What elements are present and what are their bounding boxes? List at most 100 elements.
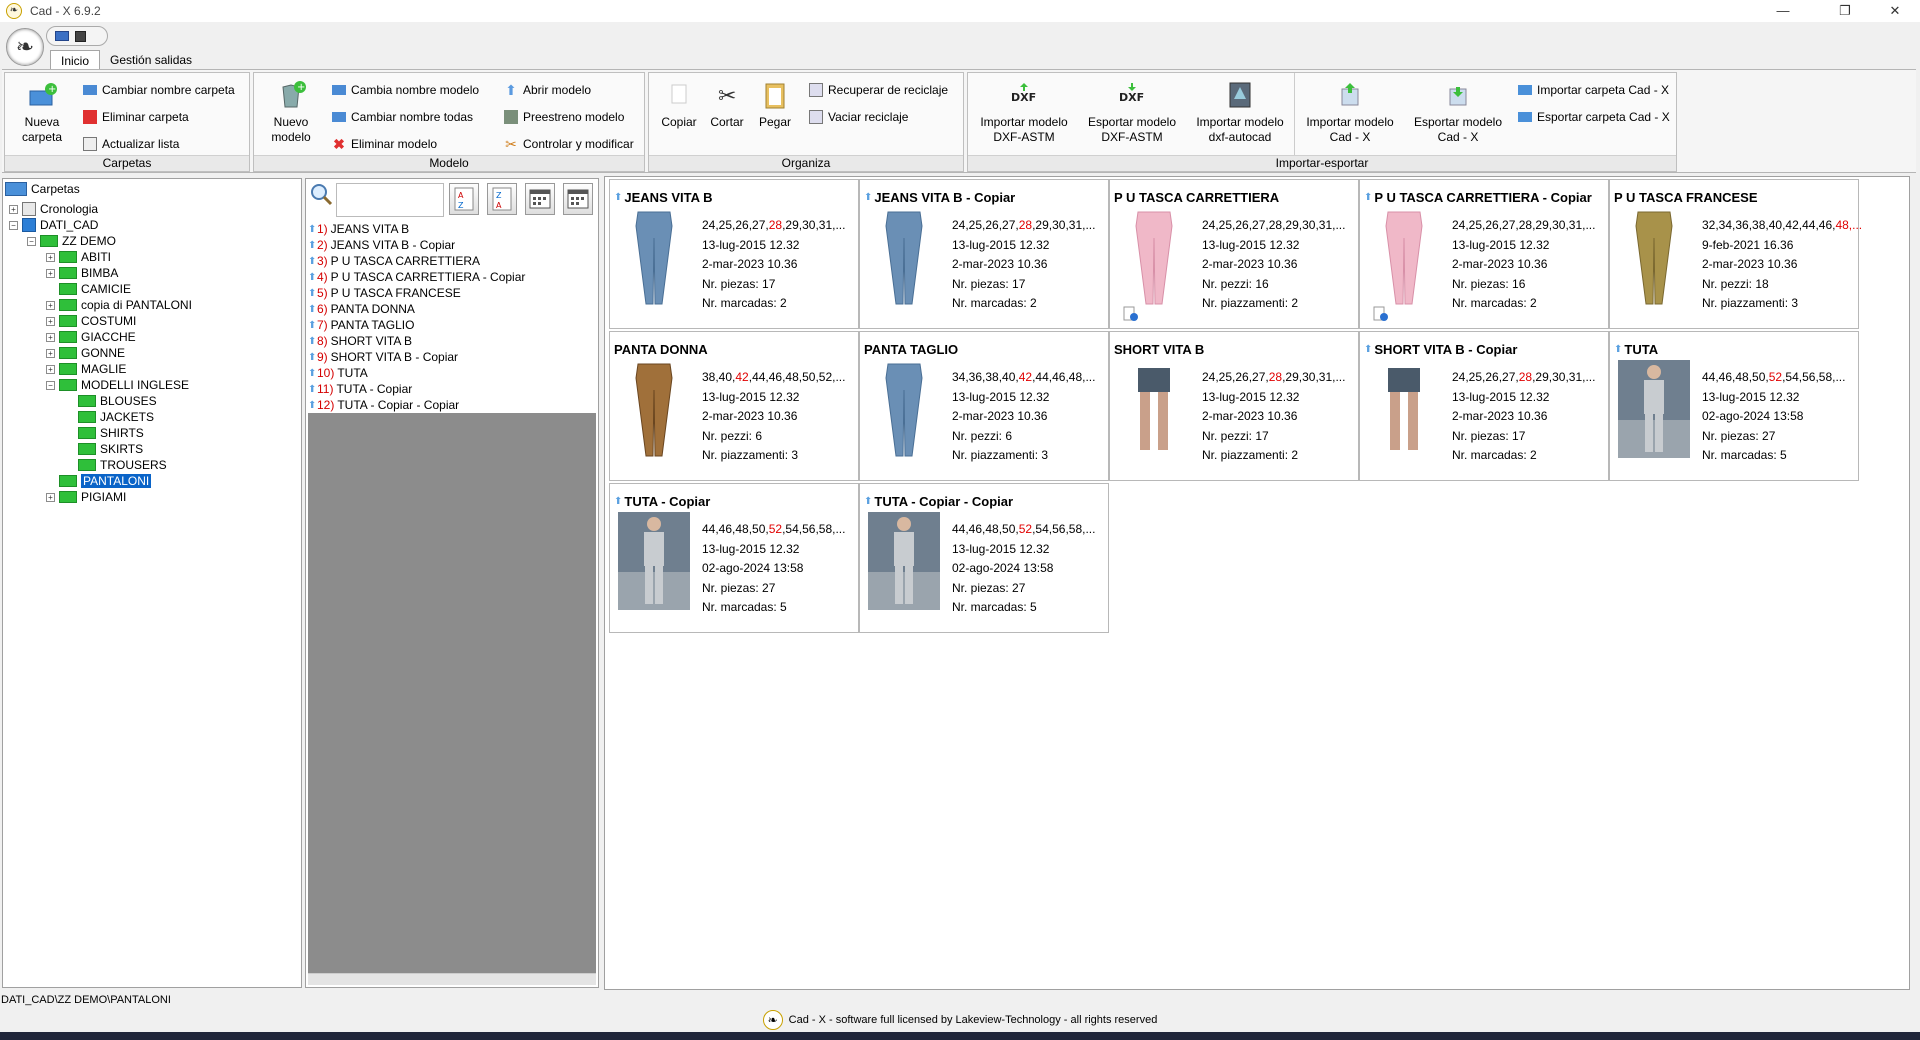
list-item-number: 10)	[317, 366, 335, 380]
list-item[interactable]: ⬆ 1) JEANS VITA B	[308, 221, 596, 237]
tree-item[interactable]: + ABITI	[46, 249, 111, 265]
model-card[interactable]: PANTA DONNA 38,40,42,44,46,48,50,52,... 13…	[609, 331, 859, 481]
import-autocad-button[interactable]: Importar modelo dxf-autocad	[1188, 79, 1292, 145]
copy-button[interactable]: Copiar	[657, 79, 701, 130]
list-item[interactable]: ⬆ 10) TUTA	[308, 365, 596, 381]
tree-item[interactable]: BLOUSES	[65, 393, 157, 409]
model-card[interactable]: ⬆ TUTA - Copiar 44,46,48,50,52,54,56,58,..…	[609, 483, 859, 633]
tree-item-cronologia[interactable]: + Cronologia	[9, 201, 98, 217]
tree-item[interactable]: + COSTUMI	[46, 313, 136, 329]
refresh-list-button[interactable]: Actualizar lista	[83, 135, 179, 153]
model-card[interactable]: SHORT VITA B 24,25,26,27,28,29,30,31,... 1…	[1109, 331, 1359, 481]
tree-item-zz-demo[interactable]: − ZZ DEMO	[27, 233, 116, 249]
tree-item[interactable]: + BIMBA	[46, 265, 118, 281]
vertical-scrollbar[interactable]	[1910, 178, 1918, 988]
tree-item-pigiami[interactable]: + PIGIAMI	[46, 489, 126, 505]
tree-item[interactable]: + GONNE	[46, 345, 125, 361]
tree-item-pantaloni[interactable]: PANTALONI	[46, 473, 152, 489]
list-item[interactable]: ⬆ 9) SHORT VITA B - Copiar	[308, 349, 596, 365]
tab-inicio[interactable]: Inicio	[50, 50, 101, 70]
collapse-icon[interactable]: −	[27, 236, 36, 246]
tree-item[interactable]: JACKETS	[65, 409, 154, 425]
list-item[interactable]: ⬆ 5) P U TASCA FRANCESE	[308, 285, 596, 301]
minimize-button[interactable]: —	[1760, 0, 1806, 22]
check-modify-button[interactable]: ✂ Controlar y modificar	[504, 135, 634, 153]
model-card[interactable]: ⬆ JEANS VITA B 24,25,26,27,28,29,30,31,...…	[609, 179, 859, 329]
tree-item[interactable]: SKIRTS	[65, 441, 143, 457]
empty-recycle-button[interactable]: Vaciar reciclaje	[809, 108, 908, 126]
export-dxf-astm-button[interactable]: DXF Esportar modelo DXF-ASTM	[1080, 79, 1184, 145]
expand-icon[interactable]: +	[46, 268, 55, 278]
model-list[interactable]: ⬆ 1) JEANS VITA B ⬆ 2) JEANS VITA B - Copiar ⬆…	[308, 221, 596, 413]
collapse-icon[interactable]: −	[46, 380, 55, 390]
collapse-icon[interactable]: −	[9, 220, 18, 230]
sort-date-asc-button[interactable]	[525, 183, 555, 215]
folder-tree[interactable]: Carpetas + Cronologia − DATI_CAD − ZZ DE…	[2, 178, 302, 988]
list-item[interactable]: ⬆ 3) P U TASCA CARRETTIERA	[308, 253, 596, 269]
tree-item[interactable]: + GIACCHE	[46, 329, 136, 345]
rename-folder-button[interactable]: Cambiar nombre carpeta	[83, 81, 235, 99]
expand-icon[interactable]: +	[46, 316, 55, 326]
expand-icon[interactable]: +	[9, 204, 18, 214]
tree-item-dati-cad[interactable]: − DATI_CAD	[9, 217, 98, 233]
list-item[interactable]: ⬆ 12) TUTA - Copiar - Copiar	[308, 397, 596, 413]
model-card[interactable]: ⬆ P U TASCA CARRETTIERA - Copiar 24,25,26,…	[1359, 179, 1609, 329]
list-item[interactable]: ⬆ 8) SHORT VITA B	[308, 333, 596, 349]
expand-icon[interactable]: +	[46, 332, 55, 342]
new-model-button[interactable]: + Nuevo modelo	[260, 79, 322, 145]
delete-model-button[interactable]: ✖ Eliminar modelo	[332, 135, 437, 153]
delete-folder-button[interactable]: Eliminar carpeta	[83, 108, 189, 126]
list-item[interactable]: ⬆ 7) PANTA TAGLIO	[308, 317, 596, 333]
model-card[interactable]: ⬆ TUTA 44,46,48,50,52,54,56,58,... 13-lug-2…	[1609, 331, 1859, 481]
sort-date-desc-button[interactable]	[563, 183, 593, 215]
tree-item[interactable]: CAMICIE	[46, 281, 131, 297]
tab-gestion-salidas[interactable]: Gestión salidas	[100, 50, 202, 70]
list-item[interactable]: ⬆ 4) P U TASCA CARRETTIERA - Copiar	[308, 269, 596, 285]
close-button[interactable]: ✕	[1872, 0, 1918, 22]
new-folder-button[interactable]: + Nueva carpeta	[11, 79, 73, 145]
maximize-button[interactable]: ❐	[1822, 0, 1868, 22]
sort-az-button[interactable]: AZ	[449, 183, 479, 215]
expand-icon[interactable]: +	[46, 492, 55, 502]
cut-button[interactable]: ✂ Cortar	[705, 79, 749, 130]
export-cadx-button[interactable]: Esportar modelo Cad - X	[1406, 79, 1510, 145]
save-icon[interactable]	[75, 30, 86, 42]
tree-item[interactable]: + MAGLIE	[46, 361, 126, 377]
preview-model-button[interactable]: Preestreno modelo	[504, 108, 624, 126]
model-card[interactable]: ⬆ JEANS VITA B - Copiar 24,25,26,27,28,29,…	[859, 179, 1109, 329]
paste-button[interactable]: Pegar	[753, 79, 797, 130]
import-dxf-astm-button[interactable]: DXF Importar modelo DXF-ASTM	[972, 79, 1076, 145]
model-card[interactable]: P U TASCA CARRETTIERA 24,25,26,27,28,29,3…	[1109, 179, 1359, 329]
model-card[interactable]: ⬆ TUTA - Copiar - Copiar 44,46,48,50,52,54…	[859, 483, 1109, 633]
open-model-button[interactable]: ⬆ Abrir modelo	[504, 81, 591, 99]
sort-za-button[interactable]: ZA	[487, 183, 517, 215]
expand-icon[interactable]: +	[46, 348, 55, 358]
application-menu-button[interactable]: ❧	[6, 28, 44, 66]
folder-icon	[78, 427, 96, 439]
tree-item[interactable]: TROUSERS	[65, 457, 167, 473]
tree-item[interactable]: SHIRTS	[65, 425, 144, 441]
rename-all-button[interactable]: Cambiar nombre todas	[332, 108, 473, 126]
list-item[interactable]: ⬆ 6) PANTA DONNA	[308, 301, 596, 317]
expand-icon[interactable]: +	[46, 300, 55, 310]
search-input[interactable]	[336, 183, 444, 217]
import-folder-cadx-button[interactable]: Importar carpeta Cad - X	[1518, 81, 1669, 99]
tree-item-modelli-inglese[interactable]: − MODELLI INGLESE	[46, 377, 189, 393]
tree-item[interactable]: + copia di PANTALONI	[46, 297, 192, 313]
search-icon[interactable]	[308, 181, 334, 207]
model-card[interactable]: P U TASCA FRANCESE 32,34,36,38,40,42,44,4…	[1609, 179, 1862, 329]
import-cadx-button[interactable]: Importar modelo Cad - X	[1298, 79, 1402, 145]
monitor-icon[interactable]	[55, 31, 69, 41]
model-card[interactable]: PANTA TAGLIO 34,36,38,40,42,44,46,48,... 1…	[859, 331, 1109, 481]
expand-icon[interactable]: +	[46, 364, 55, 374]
list-item[interactable]: ⬆ 2) JEANS VITA B - Copiar	[308, 237, 596, 253]
export-folder-cadx-button[interactable]: Esportar carpeta Cad - X	[1518, 108, 1670, 126]
model-card[interactable]: ⬆ SHORT VITA B - Copiar 24,25,26,27,28,29,…	[1359, 331, 1609, 481]
horizontal-scrollbar[interactable]	[308, 973, 596, 985]
expand-icon[interactable]: +	[46, 252, 55, 262]
restore-recycle-button[interactable]: Recuperar de reciclaje	[809, 81, 948, 99]
tree-root[interactable]: Carpetas	[5, 181, 80, 197]
list-item[interactable]: ⬆ 11) TUTA - Copiar	[308, 381, 596, 397]
rename-model-button[interactable]: Cambia nombre modelo	[332, 81, 479, 99]
card-title-text: P U TASCA CARRETTIERA	[1114, 190, 1280, 205]
